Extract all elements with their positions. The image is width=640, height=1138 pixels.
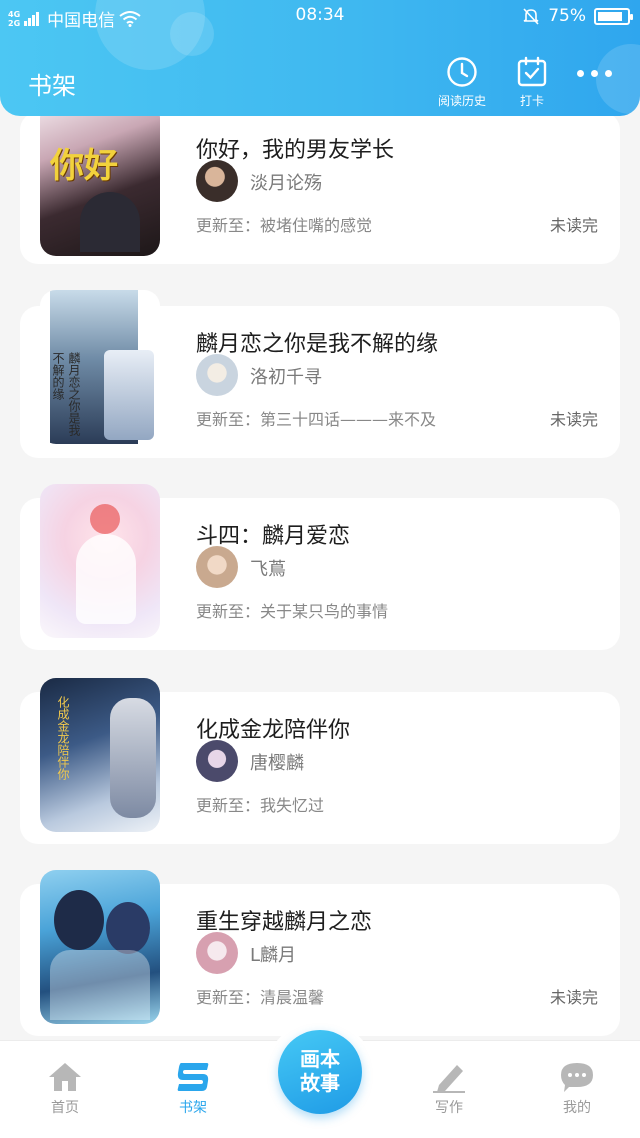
checkin-label: 打卡 — [519, 94, 544, 108]
book-cover: 你好 — [40, 102, 160, 256]
book-title: 重生穿越麟月之恋 — [196, 910, 373, 935]
decor-bubble — [596, 44, 640, 114]
nav-write[interactable]: 写作 — [404, 1061, 494, 1117]
author-name: 唐樱麟 — [250, 753, 304, 774]
author-name: L麟月 — [250, 945, 297, 966]
cover-title-text: 化成金龙陪伴你 — [56, 696, 70, 780]
bell-muted-icon — [523, 8, 539, 25]
nav-mine-label: 我的 — [563, 1100, 591, 1116]
nav-home[interactable]: 首页 — [20, 1061, 110, 1117]
book-card[interactable]: 斗四：麟月爱恋 飞蔦 更新至：关于某只鸟的事情 — [20, 484, 620, 650]
latest-chapter: 更新至：我失忆过 — [196, 796, 325, 815]
nav-write-label: 写作 — [435, 1100, 463, 1116]
calendar-check-icon — [517, 56, 547, 87]
latest-chapter: 更新至：被堵住嘴的感觉 — [196, 216, 373, 235]
battery-percent: 75% — [548, 6, 586, 26]
book-card[interactable]: 化成金龙陪伴你 化成金龙陪伴你 唐樱麟 更新至：我失忆过 — [20, 678, 620, 844]
author-name: 洛初千寻 — [250, 367, 322, 388]
author-name: 飞蔦 — [250, 559, 286, 580]
nav-bookshelf[interactable]: 书架 — [148, 1061, 238, 1117]
more-icon[interactable] — [577, 70, 612, 77]
home-icon — [49, 1063, 81, 1091]
author-avatar — [196, 160, 238, 202]
bookshelf-icon — [177, 1063, 209, 1091]
latest-chapter: 更新至：关于某只鸟的事情 — [196, 602, 389, 621]
cover-title-text: 你好 — [50, 146, 118, 186]
author-avatar — [196, 354, 238, 396]
book-cover: 麟月恋之你是我不解的缘 — [40, 290, 160, 444]
latest-chapter: 更新至：清晨温馨 — [196, 988, 325, 1007]
book-title: 麟月恋之你是我不解的缘 — [196, 332, 439, 357]
reading-history-label: 阅读历史 — [437, 94, 486, 108]
nav-mine[interactable]: 我的 — [532, 1061, 622, 1117]
nav-bookshelf-label: 书架 — [179, 1100, 207, 1116]
book-cover: 化成金龙陪伴你 — [40, 678, 160, 832]
reading-history-button[interactable]: 阅读历史 — [422, 56, 502, 109]
latest-chapter: 更新至：第三十四话———来不及 — [196, 410, 437, 429]
read-status: 未读完 — [549, 216, 598, 235]
clock-icon — [447, 57, 477, 87]
author-avatar — [196, 932, 238, 974]
picture-story-button[interactable]: 画本 故事 — [278, 1030, 362, 1114]
fab-label-line2: 故事 — [300, 1071, 340, 1095]
book-card[interactable]: 你好 你好，我的男友学长 淡月论殇 更新至：被堵住嘴的感觉 未读完 — [20, 102, 620, 264]
app-header: 4G 2G 中国电信 08:34 75% 书架 阅读历史 打卡 — [0, 0, 640, 116]
book-title: 你好，我的男友学长 — [196, 138, 395, 163]
battery-icon — [594, 7, 633, 25]
author-avatar — [196, 740, 238, 782]
book-card[interactable]: 麟月恋之你是我不解的缘 麟月恋之你是我不解的缘 洛初千寻 更新至：第三十四话——… — [20, 290, 620, 458]
author-name: 淡月论殇 — [250, 173, 322, 194]
chat-bubble-icon — [561, 1063, 593, 1092]
read-status: 未读完 — [549, 988, 598, 1007]
checkin-button[interactable]: 打卡 — [492, 56, 572, 109]
book-cover — [40, 484, 160, 638]
read-status: 未读完 — [549, 410, 598, 429]
page-title: 书架 — [28, 72, 76, 100]
cover-title-text: 麟月恋之你是我不解的缘 — [51, 352, 81, 436]
book-card[interactable]: 重生穿越麟月之恋 L麟月 更新至：清晨温馨 未读完 — [20, 870, 620, 1036]
pen-icon — [433, 1065, 465, 1093]
fab-label-line1: 画本 — [300, 1047, 340, 1071]
author-avatar — [196, 546, 238, 588]
nav-home-label: 首页 — [51, 1100, 79, 1116]
status-bar: 4G 2G 中国电信 08:34 75% — [0, 0, 640, 32]
book-cover — [40, 870, 160, 1024]
